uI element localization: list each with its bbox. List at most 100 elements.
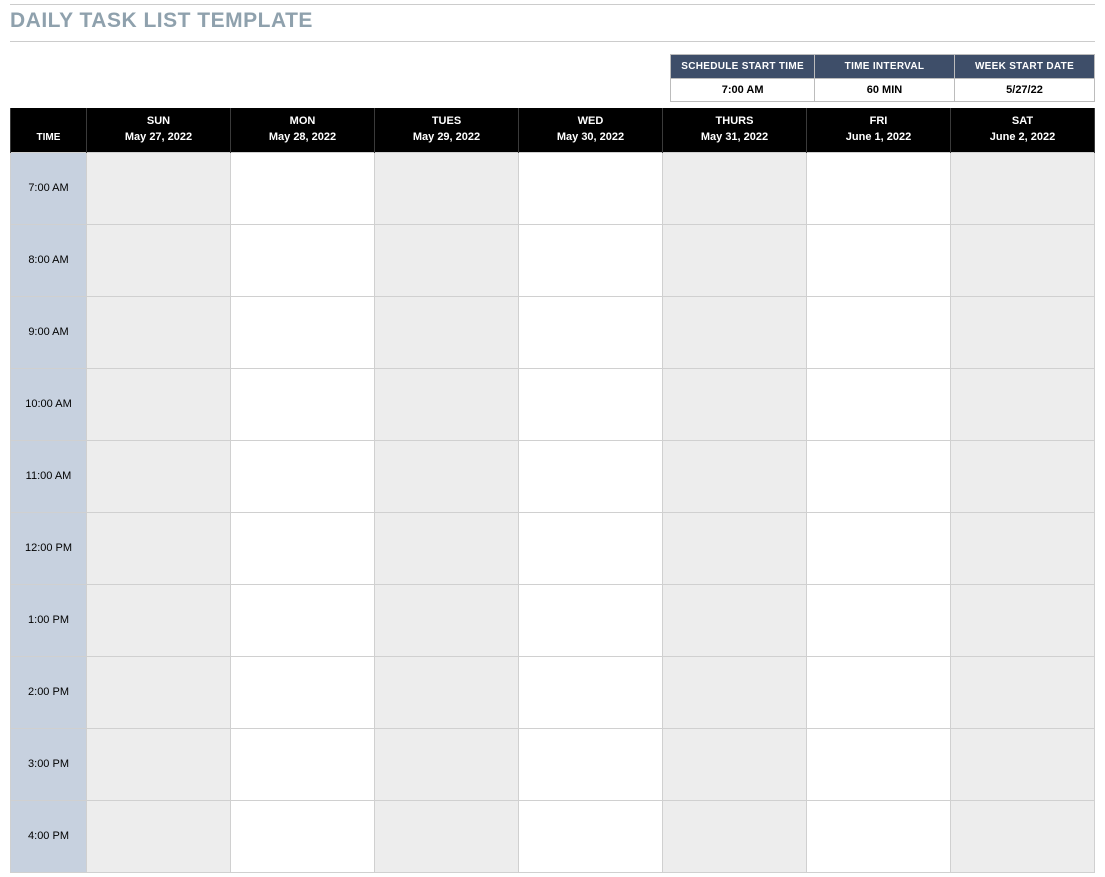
task-cell[interactable] xyxy=(231,512,375,584)
task-cell[interactable] xyxy=(231,296,375,368)
task-cell[interactable] xyxy=(519,800,663,872)
time-cell: 11:00 AM xyxy=(11,440,87,512)
task-cell[interactable] xyxy=(87,584,231,656)
task-cell[interactable] xyxy=(87,224,231,296)
task-cell[interactable] xyxy=(663,296,807,368)
task-cell[interactable] xyxy=(807,152,951,224)
task-cell[interactable] xyxy=(231,368,375,440)
task-cell[interactable] xyxy=(87,368,231,440)
task-cell[interactable] xyxy=(951,224,1095,296)
task-cell[interactable] xyxy=(231,656,375,728)
task-cell[interactable] xyxy=(807,512,951,584)
time-cell: 2:00 PM xyxy=(11,656,87,728)
task-cell[interactable] xyxy=(375,800,519,872)
settings-header-interval: TIME INTERVAL xyxy=(815,55,955,79)
task-cell[interactable] xyxy=(519,584,663,656)
schedule-body: 7:00 AM8:00 AM9:00 AM10:00 AM11:00 AM12:… xyxy=(11,152,1095,872)
task-cell[interactable] xyxy=(519,296,663,368)
settings-header-week-start: WEEK START DATE xyxy=(955,55,1095,79)
task-cell[interactable] xyxy=(231,224,375,296)
day-name: TUES xyxy=(379,114,514,130)
day-name: MON xyxy=(235,114,370,130)
task-cell[interactable] xyxy=(231,800,375,872)
task-cell[interactable] xyxy=(951,296,1095,368)
task-cell[interactable] xyxy=(87,800,231,872)
task-cell[interactable] xyxy=(951,584,1095,656)
task-cell[interactable] xyxy=(663,728,807,800)
task-cell[interactable] xyxy=(663,512,807,584)
task-cell[interactable] xyxy=(231,728,375,800)
task-cell[interactable] xyxy=(807,296,951,368)
task-cell[interactable] xyxy=(87,152,231,224)
task-cell[interactable] xyxy=(87,512,231,584)
task-cell[interactable] xyxy=(663,656,807,728)
task-cell[interactable] xyxy=(375,224,519,296)
task-cell[interactable] xyxy=(807,656,951,728)
task-cell[interactable] xyxy=(375,728,519,800)
task-cell[interactable] xyxy=(519,152,663,224)
time-cell: 12:00 PM xyxy=(11,512,87,584)
task-cell[interactable] xyxy=(375,368,519,440)
day-date: June 1, 2022 xyxy=(811,130,946,146)
task-cell[interactable] xyxy=(663,152,807,224)
day-header-sat: SAT June 2, 2022 xyxy=(951,108,1095,152)
task-cell[interactable] xyxy=(519,368,663,440)
task-cell[interactable] xyxy=(951,656,1095,728)
settings-value-week-start[interactable]: 5/27/22 xyxy=(955,79,1095,102)
task-cell[interactable] xyxy=(375,296,519,368)
time-cell: 7:00 AM xyxy=(11,152,87,224)
schedule-row: 1:00 PM xyxy=(11,584,1095,656)
task-cell[interactable] xyxy=(519,440,663,512)
task-cell[interactable] xyxy=(87,656,231,728)
page-title: DAILY TASK LIST TEMPLATE xyxy=(10,4,1095,42)
time-cell: 10:00 AM xyxy=(11,368,87,440)
task-cell[interactable] xyxy=(375,584,519,656)
task-cell[interactable] xyxy=(375,152,519,224)
schedule-table: TIME SUN May 27, 2022 MON May 28, 2022 T… xyxy=(10,108,1095,873)
task-cell[interactable] xyxy=(807,224,951,296)
task-cell[interactable] xyxy=(663,584,807,656)
task-cell[interactable] xyxy=(663,368,807,440)
task-cell[interactable] xyxy=(519,728,663,800)
task-cell[interactable] xyxy=(87,728,231,800)
day-header-wed: WED May 30, 2022 xyxy=(519,108,663,152)
settings-value-start-time[interactable]: 7:00 AM xyxy=(671,79,815,102)
task-cell[interactable] xyxy=(951,800,1095,872)
task-cell[interactable] xyxy=(663,224,807,296)
time-cell: 8:00 AM xyxy=(11,224,87,296)
task-cell[interactable] xyxy=(807,440,951,512)
task-cell[interactable] xyxy=(375,440,519,512)
task-cell[interactable] xyxy=(231,152,375,224)
day-date: May 27, 2022 xyxy=(91,130,226,146)
task-cell[interactable] xyxy=(87,296,231,368)
task-cell[interactable] xyxy=(375,656,519,728)
task-cell[interactable] xyxy=(519,512,663,584)
day-name: WED xyxy=(523,114,658,130)
task-cell[interactable] xyxy=(231,440,375,512)
schedule-row: 8:00 AM xyxy=(11,224,1095,296)
time-column-header: TIME xyxy=(11,108,87,152)
task-cell[interactable] xyxy=(807,368,951,440)
task-cell[interactable] xyxy=(807,728,951,800)
time-cell: 1:00 PM xyxy=(11,584,87,656)
task-cell[interactable] xyxy=(231,584,375,656)
task-cell[interactable] xyxy=(951,728,1095,800)
task-cell[interactable] xyxy=(807,800,951,872)
task-cell[interactable] xyxy=(87,440,231,512)
settings-value-interval[interactable]: 60 MIN xyxy=(815,79,955,102)
task-cell[interactable] xyxy=(519,224,663,296)
task-cell[interactable] xyxy=(375,512,519,584)
task-cell[interactable] xyxy=(519,656,663,728)
schedule-row: 9:00 AM xyxy=(11,296,1095,368)
time-cell: 9:00 AM xyxy=(11,296,87,368)
schedule-row: 2:00 PM xyxy=(11,656,1095,728)
task-cell[interactable] xyxy=(663,440,807,512)
task-cell[interactable] xyxy=(951,512,1095,584)
task-cell[interactable] xyxy=(663,800,807,872)
task-cell[interactable] xyxy=(951,368,1095,440)
task-cell[interactable] xyxy=(951,440,1095,512)
task-cell[interactable] xyxy=(951,152,1095,224)
day-header-mon: MON May 28, 2022 xyxy=(231,108,375,152)
task-cell[interactable] xyxy=(807,584,951,656)
time-cell: 3:00 PM xyxy=(11,728,87,800)
